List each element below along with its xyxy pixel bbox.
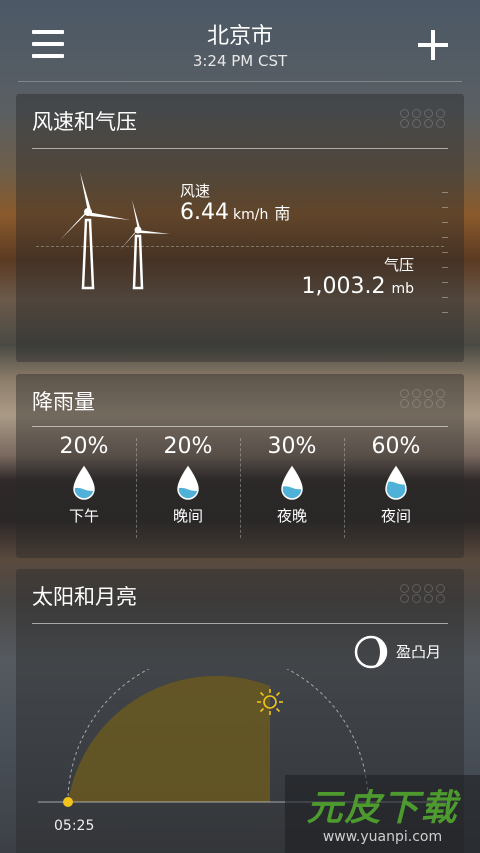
watermark-logo: 元皮下载 [306,788,459,829]
wind-speed-number: 6.44 [180,200,229,225]
rain-period: 下午 [68,507,99,525]
pressure-number: 1,003.2 [301,274,386,299]
city-name[interactable]: 北京市 [0,18,480,50]
moon-phase-icon [354,635,388,669]
wind-card-title: 风速和气压 [32,110,137,134]
card-divider [32,426,448,427]
rain-percent: 20% [59,434,109,459]
rain-item: 30% 夜晚 [240,434,344,544]
raindrop-icon [281,465,303,500]
pressure-scale [440,192,448,314]
rain-item: 20% 下午 [32,434,136,544]
watermark: 元皮下载 www.yuanpi.com [285,775,480,853]
wind-direction: 南 [274,204,291,223]
pressure-unit: mb [391,281,414,297]
raindrop-icon [73,465,95,500]
rain-period: 夜间 [380,507,411,525]
card-handle-icon[interactable] [400,583,448,603]
rain-period: 晚间 [172,507,203,525]
rain-percent: 60% [371,434,421,459]
moon-phase-label: 盈凸月 [396,643,442,661]
sunrise-dot [63,797,73,807]
local-time: 3:24 PM CST [192,52,288,70]
rain-card-title: 降雨量 [32,390,95,414]
wind-speed-value: 6.44 km/h 南 [180,200,290,225]
wind-speed-unit: km/h [232,207,269,223]
rain-percent: 20% [163,434,213,459]
rain-item: 20% 晚间 [136,434,240,544]
header-divider [18,81,462,82]
rain-percent: 30% [267,434,317,459]
top-bar: 北京市 3:24 PM CST [0,0,480,82]
rain-period: 夜晚 [276,507,307,525]
raindrop-icon [177,465,199,500]
pressure-value: 1,003.2 mb [301,274,414,299]
wind-pressure-card: 风速和气压 风速 6.44 km/h 南 气压 1,003.2 mb [16,94,464,362]
card-divider [32,623,448,624]
card-handle-icon[interactable] [400,108,448,128]
precipitation-card: 降雨量 20% 下午 20% 晚间 30% 夜晚 60% 夜间 [16,374,464,558]
card-handle-icon[interactable] [400,388,448,408]
wind-speed-label: 风速 [180,182,211,200]
pressure-label: 气压 [383,256,414,274]
card-divider [32,148,448,149]
sun-elapsed-area [68,675,270,802]
raindrop-icon [385,465,407,500]
rain-item: 60% 夜间 [344,434,448,544]
sunrise-time: 05:25 [54,818,95,834]
watermark-url: www.yuanpi.com [322,829,443,845]
add-location-icon[interactable] [418,30,448,60]
wind-divider [36,246,444,247]
wind-turbine-icon [60,172,170,290]
sun-card-title: 太阳和月亮 [32,585,137,609]
